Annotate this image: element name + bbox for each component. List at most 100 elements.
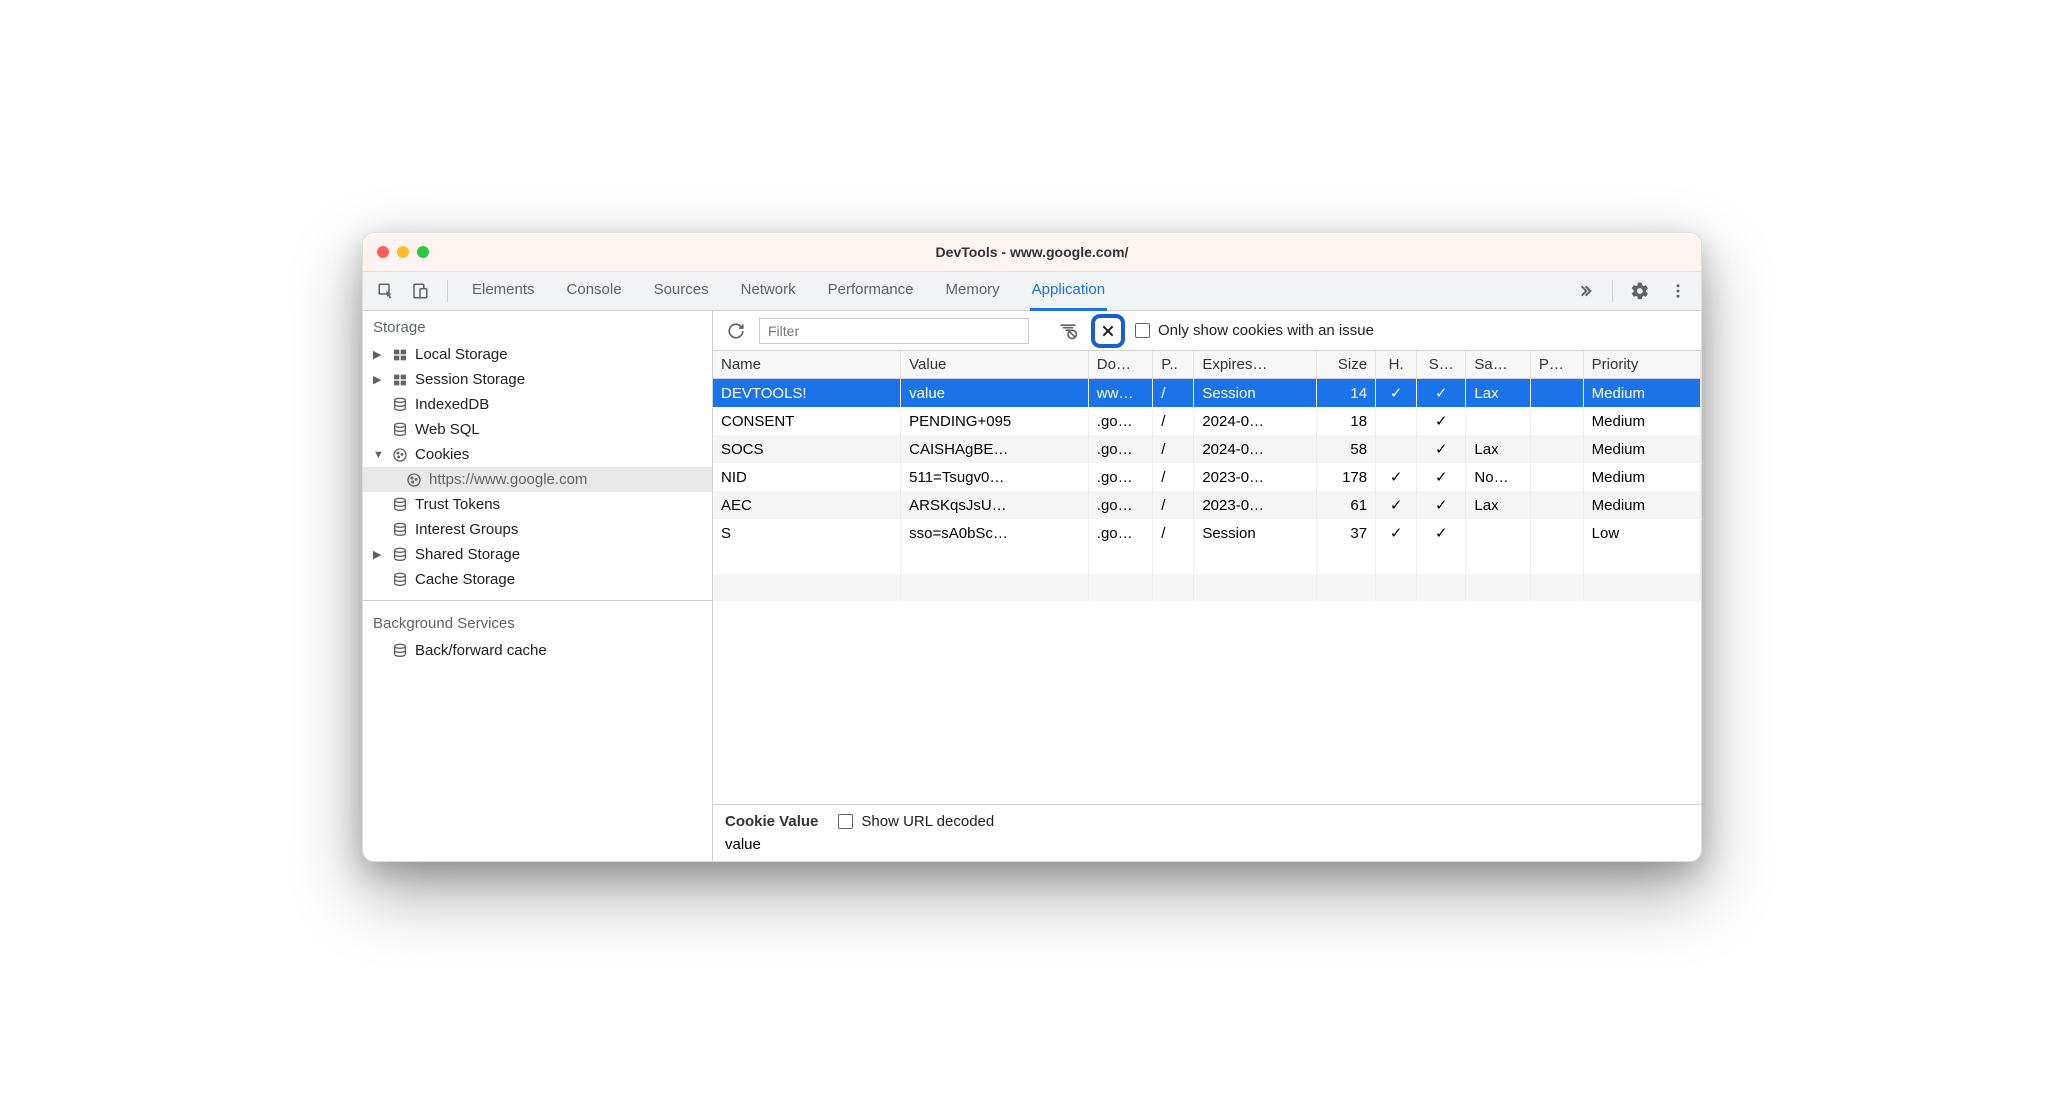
device-toolbar-icon[interactable] <box>407 278 433 304</box>
sidebar-item-local-storage[interactable]: ▶Local Storage <box>363 342 712 367</box>
column-header[interactable]: Name <box>713 351 901 379</box>
sidebar-item-cookies[interactable]: ▼Cookies <box>363 442 712 467</box>
sidebar-item-label: Cache Storage <box>415 571 515 588</box>
tab-application[interactable]: Application <box>1030 271 1107 311</box>
cell-name: S <box>713 519 901 547</box>
cell-path: / <box>1153 379 1194 408</box>
delete-all-button[interactable] <box>1091 314 1125 348</box>
db-icon <box>391 422 409 438</box>
only-issues-label: Only show cookies with an issue <box>1158 322 1374 339</box>
column-header[interactable]: P.. <box>1153 351 1194 379</box>
cell-domain: .go… <box>1088 491 1153 519</box>
sidebar-item-indexeddb[interactable]: IndexedDB <box>363 392 712 417</box>
cell-pp <box>1530 435 1583 463</box>
cell-value: CAISHAgBE… <box>901 435 1089 463</box>
sidebar-item-shared-storage[interactable]: ▶Shared Storage <box>363 542 712 567</box>
cell-expires: 2023-0… <box>1194 491 1317 519</box>
column-header[interactable]: Size <box>1317 351 1376 379</box>
clear-filter-icon[interactable] <box>1055 318 1081 344</box>
sidebar-item-cache-storage[interactable]: Cache Storage <box>363 567 712 592</box>
sidebar-item-interest-groups[interactable]: Interest Groups <box>363 517 712 542</box>
cell-same: Lax <box>1466 435 1531 463</box>
cell-domain: .go… <box>1088 407 1153 435</box>
sidebar-item-https-www-google-com[interactable]: https://www.google.com <box>363 467 712 492</box>
table-row[interactable]: CONSENTPENDING+095.go…/2024-0…18✓Medium <box>713 407 1701 435</box>
cell-name: AEC <box>713 491 901 519</box>
cell-secure: ✓ <box>1417 435 1466 463</box>
refresh-icon[interactable] <box>723 318 749 344</box>
cell-path: / <box>1153 519 1194 547</box>
cell-pp <box>1530 519 1583 547</box>
cookie-icon <box>391 447 409 463</box>
url-decoded-toggle[interactable]: Show URL decoded <box>838 813 994 830</box>
sidebar-item-label: https://www.google.com <box>429 471 587 488</box>
column-header[interactable]: Sa… <box>1466 351 1531 379</box>
main-toolbar: Elements Console Sources Network Performance… <box>363 271 1701 311</box>
cell-secure: ✓ <box>1417 491 1466 519</box>
filter-toolbar: Only show cookies with an issue <box>713 311 1701 351</box>
column-header[interactable]: Value <box>901 351 1089 379</box>
cell-expires: 2024-0… <box>1194 407 1317 435</box>
cell-path: / <box>1153 463 1194 491</box>
table-row-empty <box>713 574 1701 601</box>
tab-memory[interactable]: Memory <box>944 271 1002 311</box>
cell-value: 511=Tsugv0… <box>901 463 1089 491</box>
table-row[interactable]: SOCSCAISHAgBE….go…/2024-0…58✓LaxMedium <box>713 435 1701 463</box>
cell-path: / <box>1153 407 1194 435</box>
cell-priority: Medium <box>1583 379 1700 408</box>
cell-name: DEVTOOLS! <box>713 379 901 408</box>
table-row[interactable]: DEVTOOLS!valueww…/Session14✓✓LaxMedium <box>713 379 1701 408</box>
column-header[interactable]: H. <box>1376 351 1417 379</box>
cell-value: ARSKqsJsU… <box>901 491 1089 519</box>
cell-path: / <box>1153 435 1194 463</box>
tab-console[interactable]: Console <box>565 271 624 311</box>
column-header[interactable]: Do… <box>1088 351 1153 379</box>
tab-sources[interactable]: Sources <box>652 271 711 311</box>
column-header[interactable]: Expires… <box>1194 351 1317 379</box>
only-issues-toggle[interactable]: Only show cookies with an issue <box>1135 322 1374 339</box>
checkbox-icon <box>1135 323 1150 338</box>
sidebar-item-trust-tokens[interactable]: Trust Tokens <box>363 492 712 517</box>
application-sidebar: Storage ▶Local Storage▶Session StorageIn… <box>363 311 713 861</box>
gear-icon[interactable] <box>1627 278 1653 304</box>
cell-name: NID <box>713 463 901 491</box>
table-row[interactable]: Ssso=sA0bSc….go…/Session37✓✓Low <box>713 519 1701 547</box>
cell-size: 14 <box>1317 379 1376 408</box>
filter-input[interactable] <box>759 318 1029 344</box>
table-row[interactable]: NID511=Tsugv0….go…/2023-0…178✓✓No…Medium <box>713 463 1701 491</box>
tab-elements[interactable]: Elements <box>470 271 537 311</box>
cell-expires: 2023-0… <box>1194 463 1317 491</box>
cell-pp <box>1530 379 1583 408</box>
detail-title: Cookie Value <box>725 813 818 830</box>
column-header[interactable]: S… <box>1417 351 1466 379</box>
sidebar-item-back-forward-cache[interactable]: Back/forward cache <box>363 638 712 663</box>
cell-name: CONSENT <box>713 407 901 435</box>
sidebar-item-label: IndexedDB <box>415 396 489 413</box>
tab-network[interactable]: Network <box>739 271 798 311</box>
cell-path: / <box>1153 491 1194 519</box>
more-tabs-icon[interactable] <box>1572 278 1598 304</box>
cell-value: PENDING+095 <box>901 407 1089 435</box>
chevron-icon: ▶ <box>373 348 385 361</box>
cell-http: ✓ <box>1376 519 1417 547</box>
sidebar-item-web-sql[interactable]: Web SQL <box>363 417 712 442</box>
db-icon <box>391 572 409 588</box>
cell-pp <box>1530 407 1583 435</box>
cell-http: ✓ <box>1376 463 1417 491</box>
cell-priority: Medium <box>1583 407 1700 435</box>
cookies-table[interactable]: NameValueDo…P..Expires…SizeH.S…Sa…P…Prio… <box>713 351 1701 805</box>
sidebar-item-session-storage[interactable]: ▶Session Storage <box>363 367 712 392</box>
table-row[interactable]: AECARSKqsJsU….go…/2023-0…61✓✓LaxMedium <box>713 491 1701 519</box>
column-header[interactable]: P… <box>1530 351 1583 379</box>
cookie-detail: Cookie Value Show URL decoded value <box>713 805 1701 861</box>
cell-size: 37 <box>1317 519 1376 547</box>
kebab-menu-icon[interactable] <box>1665 278 1691 304</box>
cell-domain: ww… <box>1088 379 1153 408</box>
sidebar-item-label: Trust Tokens <box>415 496 500 513</box>
checkbox-icon <box>838 814 853 829</box>
cell-size: 61 <box>1317 491 1376 519</box>
grid-icon <box>391 372 409 388</box>
column-header[interactable]: Priority <box>1583 351 1700 379</box>
inspect-icon[interactable] <box>373 278 399 304</box>
tab-performance[interactable]: Performance <box>826 271 916 311</box>
